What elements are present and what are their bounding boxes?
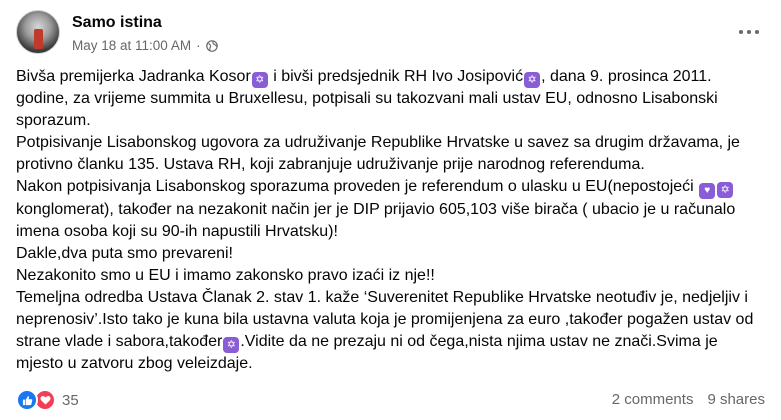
author-name[interactable]: Samo istina (72, 14, 162, 32)
like-reaction-icon (16, 389, 38, 411)
comments-count-link[interactable]: 2 comments (612, 391, 694, 408)
post-paragraph: Nezakonito smo u EU i imamo zakonsko pra… (16, 267, 435, 284)
avatar-image (34, 29, 43, 49)
engagement-counts: 2 comments 9 shares (612, 391, 765, 408)
post-timestamp[interactable]: May 18 at 11:00 AM (72, 38, 191, 53)
text-segment: Nakon potpisivanja Lisabonskog sporazuma… (16, 178, 699, 195)
reactions-summary[interactable]: 35 (16, 389, 79, 411)
text-segment: Bivša premijerka Jadranka Kosor (16, 68, 251, 85)
globe-icon[interactable] (205, 39, 218, 52)
more-dots-icon[interactable] (733, 16, 765, 48)
purple-heart-emoji-icon: ♥ (699, 183, 716, 199)
text-segment: i bivši predsjednik RH Ivo Josipović (268, 68, 524, 85)
star-of-david-emoji-icon: ✡ (524, 72, 541, 88)
reaction-count: 35 (62, 391, 79, 409)
post-paragraph: Dakle,dva puta smo prevareni! (16, 245, 233, 262)
star-of-david-emoji-icon: ✡ (223, 337, 240, 353)
shares-count-link[interactable]: 9 shares (707, 391, 765, 408)
post-header: Samo istina May 18 at 11:00 AM · (16, 10, 765, 58)
post-paragraph: Temeljna odredba Ustava Članak 2. stav 1… (16, 287, 768, 375)
post-footer: 35 2 comments 9 shares (16, 389, 765, 413)
post-card: Samo istina May 18 at 11:00 AM · Bivša p… (0, 0, 781, 420)
post-paragraph: Potpisivanje Lisabonskog ugovora za udru… (16, 134, 740, 173)
star-of-david-emoji-icon: ✡ (251, 72, 268, 88)
post-paragraph: Bivša premijerka Jadranka Kosor ✡ i bivši… (16, 66, 768, 132)
post-body: Bivša premijerka Jadranka Kosor ✡ i bivši… (16, 66, 768, 375)
star-of-david-emoji-icon: ✡ (717, 182, 734, 198)
meta-separator: · (196, 38, 201, 53)
text-segment: konglomerat), također na nezakonit način… (16, 201, 736, 240)
avatar[interactable] (16, 10, 60, 54)
post-meta: May 18 at 11:00 AM · (72, 38, 218, 53)
post-paragraph: Nakon potpisivanja Lisabonskog sporazuma… (16, 176, 768, 243)
